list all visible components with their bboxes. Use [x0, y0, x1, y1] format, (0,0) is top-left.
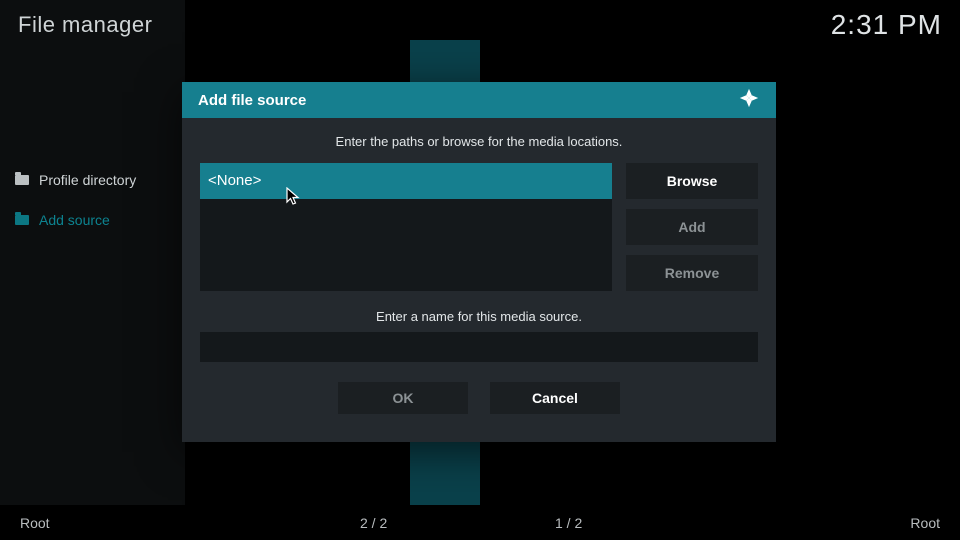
- cancel-button[interactable]: Cancel: [490, 382, 620, 414]
- sidebar-item-label: Profile directory: [39, 172, 136, 188]
- add-button[interactable]: Add: [626, 209, 758, 245]
- folder-icon: [15, 175, 29, 185]
- sidebar-item-label: Add source: [39, 212, 110, 228]
- status-count-right: 1 / 2: [555, 515, 582, 531]
- dialog-actions: OK Cancel: [200, 362, 758, 414]
- ok-button[interactable]: OK: [338, 382, 468, 414]
- folder-icon: [15, 215, 29, 225]
- dialog-header: Add file source: [182, 82, 776, 118]
- app-logo-icon: [738, 87, 760, 114]
- statusbar: Root 2 / 2 1 / 2 Root: [0, 505, 960, 540]
- status-right: Root: [910, 515, 940, 531]
- path-side-buttons: Browse Add Remove: [626, 163, 758, 291]
- path-list: <None>: [200, 163, 612, 291]
- status-left: Root: [20, 515, 50, 531]
- sidebar-item-add-source[interactable]: Add source: [15, 200, 185, 240]
- left-sidebar: Profile directory Add source: [0, 0, 185, 505]
- topbar: File manager 2:31 PM: [0, 0, 960, 50]
- browse-button[interactable]: Browse: [626, 163, 758, 199]
- path-input[interactable]: <None>: [200, 163, 612, 199]
- page-title: File manager: [18, 12, 152, 38]
- dialog-title: Add file source: [198, 92, 306, 109]
- dialog-body: Enter the paths or browse for the media …: [182, 118, 776, 442]
- sidebar-item-profile-directory[interactable]: Profile directory: [15, 160, 185, 200]
- name-hint-label: Enter a name for this media source.: [200, 291, 758, 332]
- status-count-left: 2 / 2: [360, 515, 387, 531]
- remove-button[interactable]: Remove: [626, 255, 758, 291]
- paths-area: <None> Browse Add Remove: [200, 163, 758, 291]
- add-file-source-dialog: Add file source Enter the paths or brows…: [182, 82, 776, 442]
- paths-hint-label: Enter the paths or browse for the media …: [200, 128, 758, 163]
- source-name-input[interactable]: [200, 332, 758, 362]
- clock: 2:31 PM: [831, 9, 942, 41]
